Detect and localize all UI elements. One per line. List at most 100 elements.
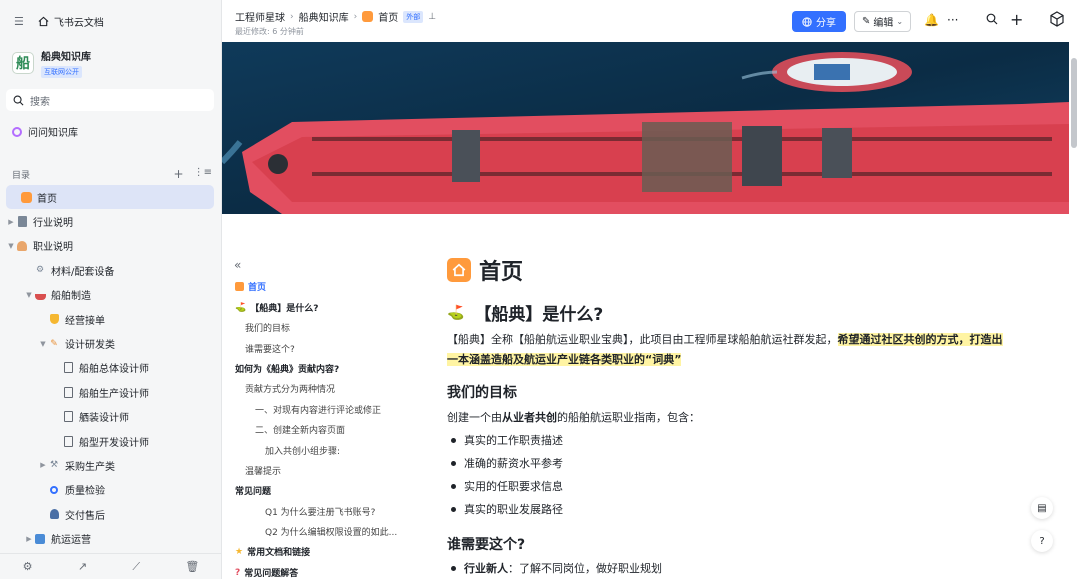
add-icon[interactable]: + bbox=[1010, 10, 1023, 29]
add-icon[interactable]: + bbox=[174, 167, 184, 181]
share-out-icon[interactable]: ↗ bbox=[78, 560, 87, 573]
sidebar-item-industry[interactable]: ▶ 行业说明 bbox=[6, 209, 214, 233]
sidebar-item-label: 行业说明 bbox=[33, 218, 73, 230]
sidebar-item-home[interactable]: 首页 bbox=[6, 185, 214, 210]
toc-item[interactable]: 常见问题 bbox=[235, 484, 271, 497]
breadcrumb-item[interactable]: 船典知识库 bbox=[299, 9, 349, 24]
chart-icon bbox=[34, 533, 46, 545]
toc-item[interactable]: ⛳ 【船典】是什么? bbox=[235, 301, 319, 315]
doc-icon bbox=[62, 435, 74, 447]
bullet-dot bbox=[451, 460, 456, 466]
pencil-icon: ✎ bbox=[50, 338, 58, 349]
kb-name: 船典知识库 bbox=[41, 52, 91, 63]
sidebar-item-label: 船舶生产设计师 bbox=[79, 388, 149, 400]
intro-paragraph: 【船典】全称【船舶航运业职业宝典】，此项目由工程师星球船舶航运社群发起，希望通过… bbox=[447, 330, 1007, 370]
sidebar-item-career[interactable]: ▼ 职业说明 bbox=[6, 234, 214, 258]
scrollbar[interactable] bbox=[1071, 58, 1077, 148]
sidebar-item-shipping[interactable]: ▶ 航运运营 bbox=[6, 526, 214, 550]
who-bold: 行业新人 bbox=[464, 562, 508, 575]
toc-item[interactable]: 如何为《船典》贡献内容? bbox=[235, 362, 339, 375]
breadcrumb-item[interactable]: 工程师星球 bbox=[235, 9, 285, 24]
bell-icon[interactable]: 🔔 bbox=[924, 13, 939, 27]
who-heading: 谁需要这个? bbox=[447, 537, 526, 553]
more-icon[interactable]: ··· bbox=[947, 13, 958, 27]
cube-icon[interactable] bbox=[1048, 10, 1066, 31]
page-title: 首页 bbox=[479, 260, 524, 285]
list-item: 行业新人：了解不同岗位，做好职业规划 bbox=[451, 560, 662, 576]
home-orange-icon bbox=[447, 258, 471, 282]
sidebar-item-design[interactable]: ▼ ✎ 设计研发类 bbox=[6, 331, 214, 355]
sidebar-item-doc[interactable]: 船舶总体设计师 bbox=[6, 356, 214, 380]
chevron-down-icon: ⌄ bbox=[896, 17, 904, 26]
analytics-icon[interactable]: ⟋ bbox=[132, 560, 140, 574]
doc-icon bbox=[62, 411, 74, 423]
expand-arrow-icon[interactable]: ▶ bbox=[6, 218, 16, 226]
app-home-link[interactable]: 飞书云文档 bbox=[38, 14, 104, 29]
search-input[interactable]: 搜索 bbox=[6, 89, 214, 111]
chevron-right-icon: › bbox=[290, 11, 294, 22]
list-item: 准确的薪资水平参考 bbox=[451, 455, 563, 471]
kb-logo: 船 bbox=[12, 52, 34, 74]
toc-item[interactable]: 温馨提示 bbox=[245, 464, 281, 477]
sidebar-item-shipbuilding[interactable]: ▼ 船舶制造 bbox=[6, 283, 214, 307]
sidebar-item-label: 交付售后 bbox=[65, 510, 105, 522]
doc-info-icon[interactable]: ▤ bbox=[1031, 497, 1053, 519]
toc-item[interactable]: 我们的目标 bbox=[245, 321, 290, 334]
edit-button[interactable]: ✎ 编辑 ⌄ bbox=[854, 11, 911, 32]
toc-item[interactable]: 二、创建全新内容页面 bbox=[255, 423, 345, 436]
home-icon bbox=[38, 16, 49, 26]
toc-item[interactable]: 谁需要这个? bbox=[245, 342, 295, 355]
toc-item[interactable]: 贡献方式分为两种情况 bbox=[245, 382, 335, 395]
sidebar-item-doc[interactable]: 船舶生产设计师 bbox=[6, 380, 214, 404]
sidebar-item-quality[interactable]: 质量检验 bbox=[6, 478, 214, 502]
toc-item[interactable]: ★ 常用文档和链接 bbox=[235, 545, 310, 559]
search-placeholder: 搜索 bbox=[30, 96, 50, 108]
sidebar-item-doc[interactable]: 船型开发设计师 bbox=[6, 429, 214, 453]
toc-item[interactable]: Q2 为什么编辑权限设置的如此... bbox=[265, 525, 397, 538]
pin-icon[interactable]: ⊥ bbox=[428, 12, 436, 22]
trash-icon[interactable]: 🗑 bbox=[185, 560, 199, 573]
collapse-arrow-icon[interactable]: ▼ bbox=[24, 291, 34, 299]
doc-title-row: 首页 bbox=[447, 254, 523, 286]
shield-icon bbox=[48, 313, 60, 325]
collapse-arrow-icon[interactable]: ▼ bbox=[38, 340, 48, 348]
bullet-dot bbox=[451, 506, 456, 512]
toc-label: 目录 bbox=[12, 170, 31, 181]
sidebar-item-label: 采购生产类 bbox=[65, 461, 115, 473]
list-item: 真实的职业发展路径 bbox=[451, 501, 563, 517]
expand-arrow-icon[interactable]: ▶ bbox=[24, 535, 34, 543]
sidebar-item-procurement[interactable]: ▶ ⚒ 采购生产类 bbox=[6, 453, 214, 477]
nav-tree: 首页 ▶ 行业说明 ▼ 职业说明 ⚙ 材料/配套设备 ▼ 船舶制造 经营接单 ▼… bbox=[6, 185, 214, 551]
list-item-text: 真实的工作职责描述 bbox=[464, 434, 563, 447]
sidebar-item-sales[interactable]: 经营接单 bbox=[6, 307, 214, 331]
breadcrumb-current[interactable]: 首页 bbox=[378, 9, 398, 24]
globe-icon bbox=[802, 16, 812, 27]
collapse-arrow-icon[interactable]: ▼ bbox=[6, 242, 16, 250]
sidebar-item-materials[interactable]: ⚙ 材料/配套设备 bbox=[6, 258, 214, 282]
settings-icon[interactable]: ⚙ bbox=[23, 560, 33, 573]
search-icon[interactable] bbox=[986, 13, 998, 28]
collapse-outline-icon[interactable]: « bbox=[234, 258, 241, 272]
toc-item[interactable]: 首页 bbox=[235, 280, 266, 293]
golf-flag-icon: ⛳ bbox=[447, 304, 465, 321]
toc-item[interactable]: Q1 为什么要注册飞书账号? bbox=[265, 505, 375, 518]
share-button[interactable]: 分享 bbox=[792, 11, 846, 32]
list-settings-icon[interactable]: ⋮≡ bbox=[194, 167, 212, 181]
magnifier-icon bbox=[48, 484, 60, 496]
external-badge: 外部 bbox=[403, 10, 424, 23]
ask-kb-button[interactable]: 问问知识库 bbox=[12, 124, 78, 139]
toc-item[interactable]: 一、对现有内容进行评论或修正 bbox=[255, 403, 381, 416]
help-icon[interactable]: ? bbox=[1031, 530, 1053, 552]
sidebar-item-delivery[interactable]: 交付售后 bbox=[6, 502, 214, 526]
toc-item[interactable]: ? 常见问题解答 bbox=[235, 566, 298, 579]
toc-item[interactable]: 加入共创小组步骤: bbox=[265, 444, 340, 457]
expand-arrow-icon[interactable]: ▶ bbox=[38, 461, 48, 469]
goal-text-bold: 从业者共创 bbox=[502, 411, 557, 424]
golf-flag-icon: ⛳ bbox=[235, 302, 247, 313]
sidebar-item-doc[interactable]: 舾装设计师 bbox=[6, 405, 214, 429]
sidebar-item-label: 职业说明 bbox=[33, 242, 73, 254]
home-orange-icon bbox=[362, 11, 374, 22]
knowledge-base-header[interactable]: 船 船典知识库 互联网公开 bbox=[12, 48, 91, 78]
toc-item-label: 【船典】是什么? bbox=[250, 304, 319, 314]
collapse-sidebar-icon[interactable]: ☰ bbox=[14, 15, 24, 28]
